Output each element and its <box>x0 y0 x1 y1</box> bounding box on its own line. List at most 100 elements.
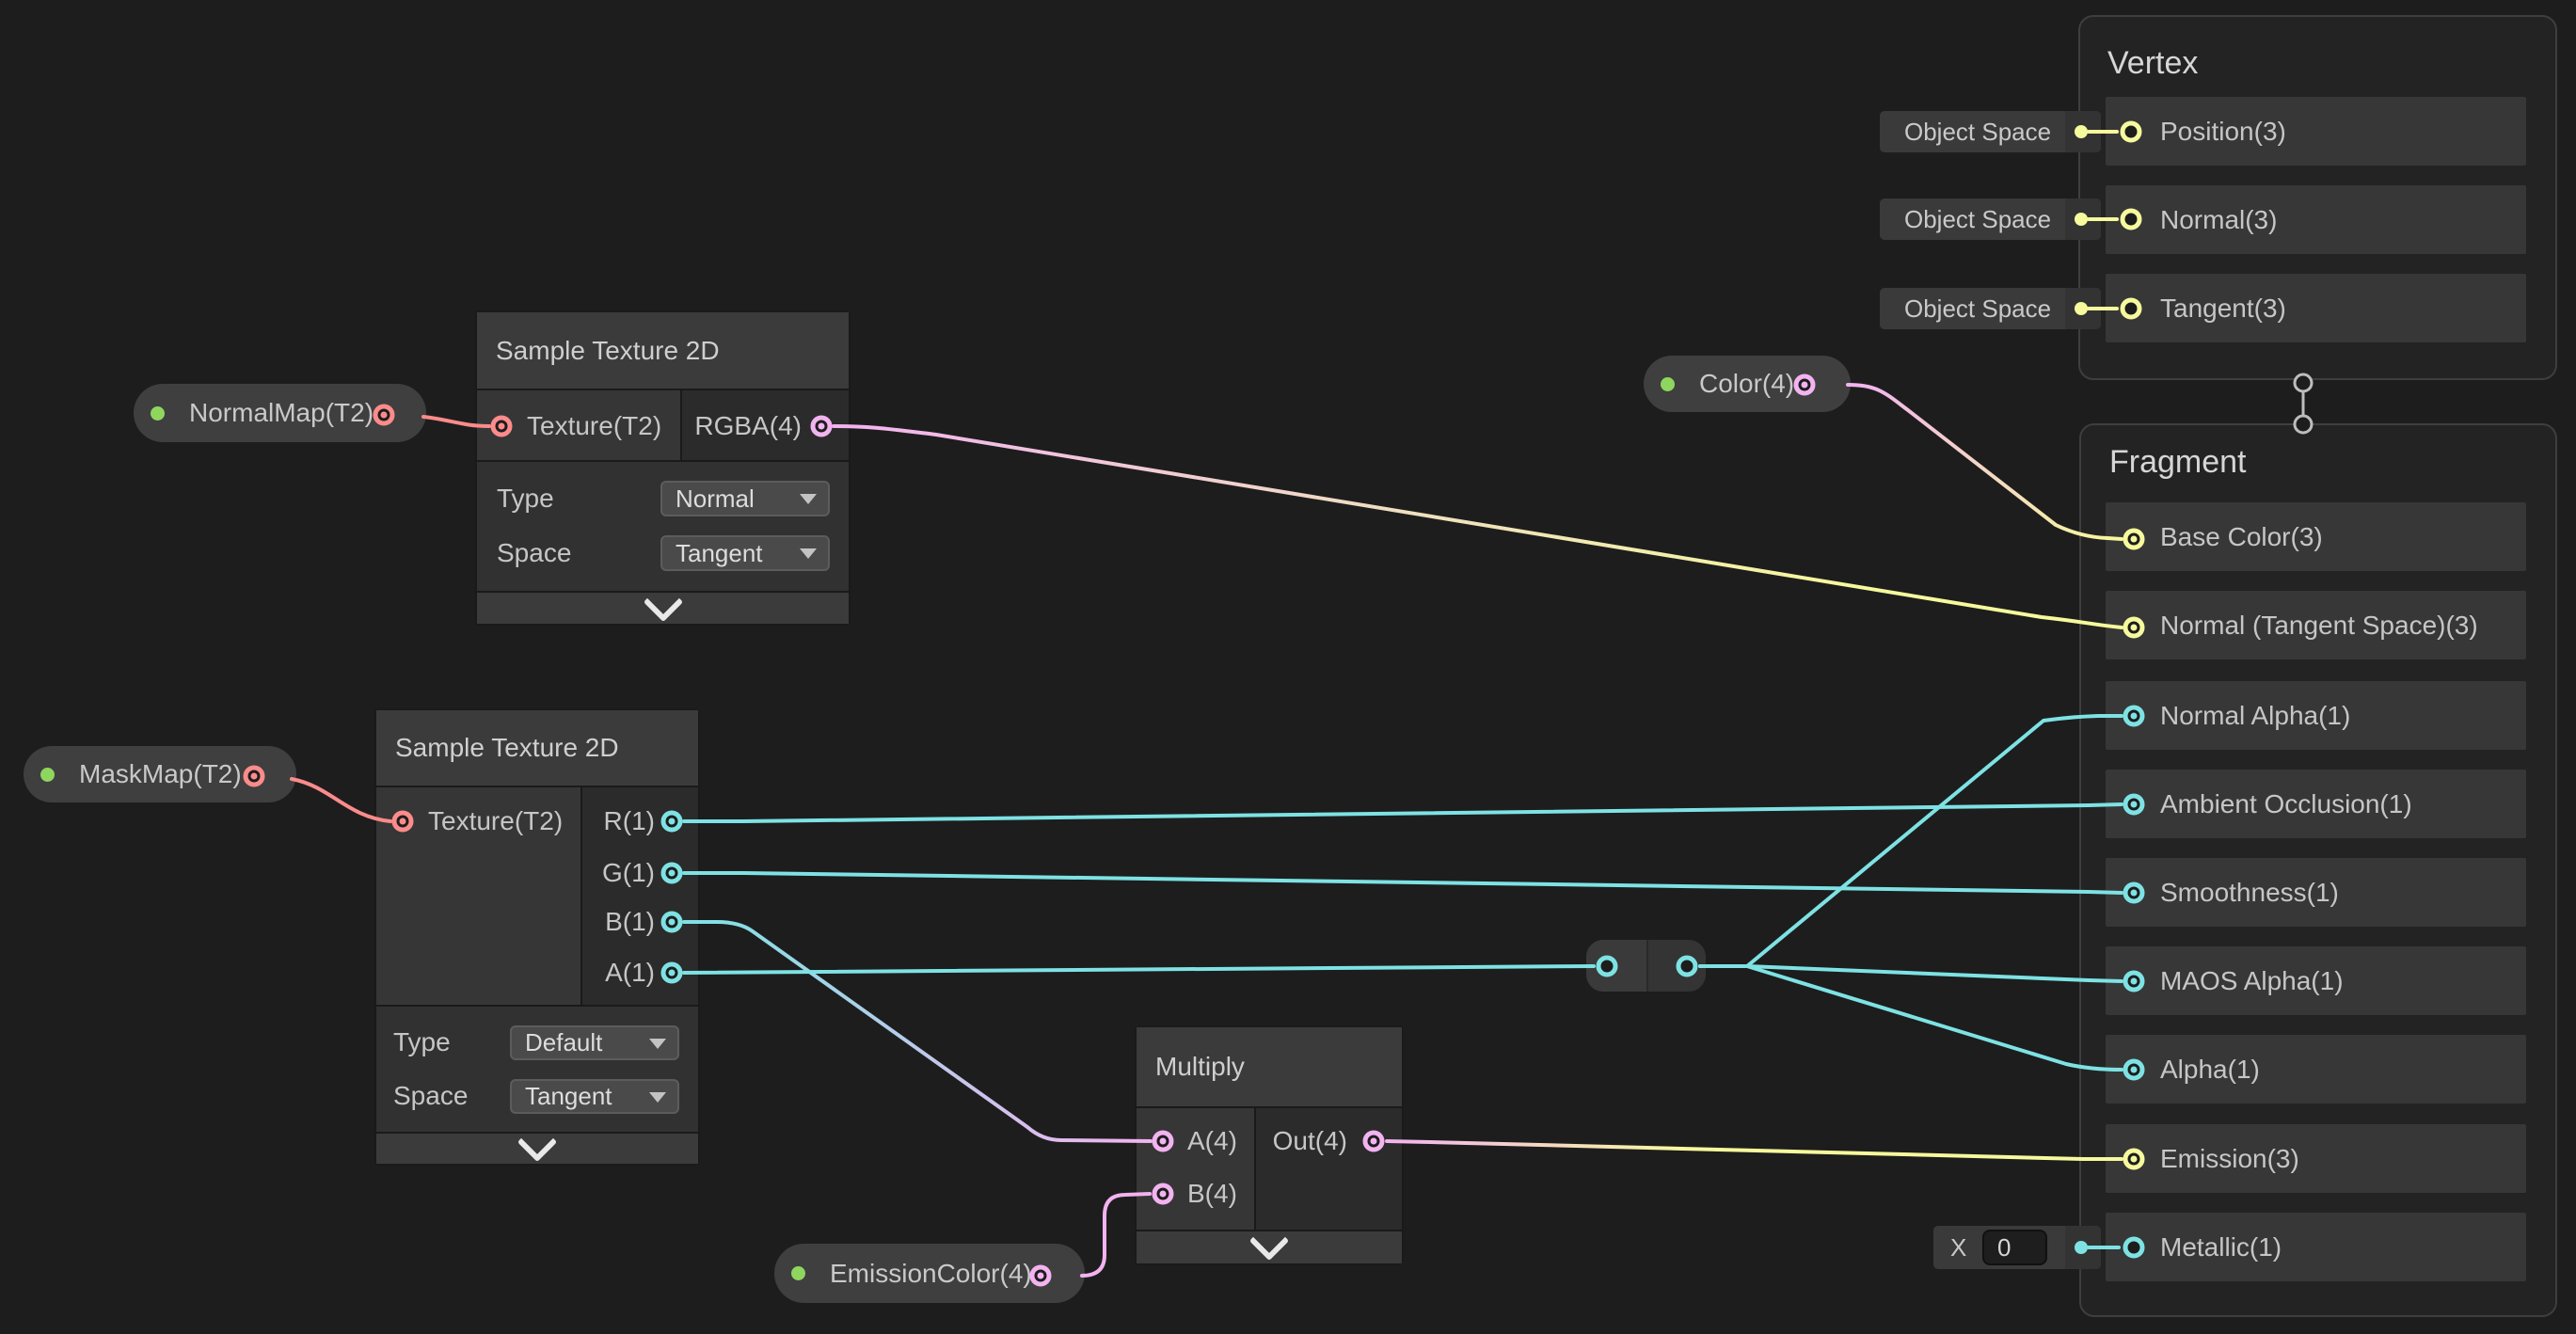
type-dropdown-value: Normal <box>676 484 755 514</box>
chevron-down-icon <box>800 548 817 559</box>
object-space-dot-icon <box>2075 302 2088 315</box>
port-vertex-normal[interactable] <box>2121 209 2142 230</box>
node-title-bar[interactable]: Sample Texture 2D <box>477 312 849 389</box>
fragment-row-alpha[interactable]: Alpha(1) <box>2106 1035 2526 1104</box>
vertex-row-normal[interactable]: Normal(3) <box>2106 185 2526 254</box>
space-dropdown[interactable]: Tangent <box>660 535 830 571</box>
object-space-badge-position: Object Space <box>1880 111 2101 152</box>
node-title-bar[interactable]: Multiply <box>1137 1027 1402 1106</box>
node-collapse-button[interactable] <box>1137 1231 1402 1263</box>
port-sample1-rgba-out[interactable] <box>811 416 833 437</box>
fragment-row-label: Ambient Occlusion(1) <box>2160 789 2412 819</box>
metallic-default-dot-icon <box>2075 1241 2088 1254</box>
property-dot-icon <box>791 1266 805 1280</box>
texture-input-label: Texture(T2) <box>428 806 563 836</box>
port-vertex-tangent[interactable] <box>2121 298 2142 320</box>
b-output-label: B(1) <box>582 907 655 937</box>
fragment-row-label: MAOS Alpha(1) <box>2160 966 2344 996</box>
r-output-label: R(1) <box>582 806 655 836</box>
fragment-row-ambient-occlusion[interactable]: Ambient Occlusion(1) <box>2106 770 2526 838</box>
fragment-row-smoothness[interactable]: Smoothness(1) <box>2106 858 2526 927</box>
g-output-label: G(1) <box>582 858 655 888</box>
fragment-row-label: Normal (Tangent Space)(3) <box>2160 611 2478 641</box>
type-dropdown-value: Default <box>525 1028 602 1057</box>
type-dropdown[interactable]: Default <box>510 1025 679 1060</box>
shader-graph-canvas[interactable]: Vertex Position(3) Normal(3) Tangent(3) … <box>0 0 2576 1334</box>
type-dropdown[interactable]: Normal <box>660 481 830 516</box>
vertex-row-tangent[interactable]: Tangent(3) <box>2106 274 2526 342</box>
port-multiply-out[interactable] <box>1363 1131 1385 1152</box>
property-pill-label: Color(4) <box>1699 369 1794 399</box>
object-space-label: Object Space <box>1904 294 2051 324</box>
port-sample2-r-out[interactable] <box>661 811 683 833</box>
port-maskmap-out[interactable] <box>244 766 265 787</box>
edge-dot-to-alpha[interactable] <box>1700 966 2122 1070</box>
property-dot-icon <box>40 768 55 782</box>
vertex-row-position[interactable]: Position(3) <box>2106 97 2526 166</box>
port-color-out[interactable] <box>1794 374 1816 396</box>
port-base-color[interactable] <box>2123 529 2145 550</box>
node-title: Multiply <box>1155 1052 1245 1082</box>
port-sample2-b-out[interactable] <box>661 912 683 933</box>
edge-g-to-smoothness[interactable] <box>684 873 2122 893</box>
node-title-bar[interactable]: Sample Texture 2D <box>376 710 698 786</box>
port-normalmap-out[interactable] <box>374 405 395 426</box>
chevron-down-icon <box>800 494 817 504</box>
port-sample2-texture-in[interactable] <box>392 811 414 833</box>
fragment-row-metallic[interactable]: Metallic(1) <box>2106 1213 2526 1281</box>
port-sample2-a-out[interactable] <box>661 962 683 984</box>
edge-b-to-multiply-a[interactable] <box>684 922 1151 1141</box>
port-ambient-occlusion[interactable] <box>2123 794 2145 816</box>
metallic-default-x-label: X <box>1950 1233 1966 1263</box>
edge-multiply-out-to-emission[interactable] <box>1387 1141 2122 1159</box>
metallic-value: 0 <box>1997 1233 2011 1263</box>
node-collapse-button[interactable] <box>477 593 849 624</box>
a-output-label: A(1) <box>582 958 655 988</box>
rgba-output-label: RGBA(4) <box>682 411 802 441</box>
space-label: Space <box>497 538 571 568</box>
space-dropdown-value: Tangent <box>525 1082 612 1111</box>
texture-input-label: Texture(T2) <box>527 411 661 441</box>
edge-r-to-ambient-occlusion[interactable] <box>684 804 2122 821</box>
port-sample1-texture-in[interactable] <box>491 416 513 437</box>
object-space-dot-icon <box>2075 125 2088 138</box>
property-pill-label: EmissionColor(4) <box>830 1259 1032 1289</box>
chevron-down-icon <box>649 1092 666 1103</box>
port-smoothness[interactable] <box>2123 882 2145 904</box>
port-dot-out[interactable] <box>1677 956 1698 977</box>
vertex-row-tangent-label: Tangent(3) <box>2160 294 2286 324</box>
edge-dot-to-maos-alpha[interactable] <box>1700 966 2122 981</box>
property-pill-color[interactable]: Color(4) <box>1644 356 1851 412</box>
port-vertex-position[interactable] <box>2121 121 2142 143</box>
object-space-badge-tangent: Object Space <box>1880 288 2101 329</box>
port-alpha[interactable] <box>2123 1059 2145 1081</box>
multiply-a-label: A(4) <box>1187 1126 1237 1156</box>
port-normal-alpha[interactable] <box>2123 706 2145 727</box>
space-dropdown[interactable]: Tangent <box>510 1079 679 1114</box>
port-multiply-b-in[interactable] <box>1153 1183 1174 1205</box>
edge-rgba-to-normal-tangent-space[interactable] <box>834 426 2122 627</box>
fragment-row-maos-alpha[interactable]: MAOS Alpha(1) <box>2106 946 2526 1015</box>
port-normal-tangent-space[interactable] <box>2123 617 2145 639</box>
type-label: Type <box>393 1027 451 1057</box>
metallic-value-input[interactable]: 0 <box>1982 1230 2047 1265</box>
port-sample2-g-out[interactable] <box>661 863 683 884</box>
port-emission[interactable] <box>2123 1149 2145 1170</box>
node-collapse-button[interactable] <box>376 1134 698 1164</box>
port-maos-alpha[interactable] <box>2123 971 2145 993</box>
node-title: Sample Texture 2D <box>395 733 619 763</box>
edge-a-to-dot[interactable] <box>684 966 1594 973</box>
port-metallic[interactable] <box>2123 1237 2145 1259</box>
fragment-row-normal-alpha[interactable]: Normal Alpha(1) <box>2106 681 2526 750</box>
fragment-row-emission[interactable]: Emission(3) <box>2106 1124 2526 1193</box>
object-space-badge-normal: Object Space <box>1880 199 2101 240</box>
property-dot-icon <box>151 406 165 421</box>
port-emissioncolor-out[interactable] <box>1030 1265 1052 1287</box>
vertex-row-normal-label: Normal(3) <box>2160 205 2277 235</box>
edge-dot-to-normal-alpha[interactable] <box>1700 716 2122 966</box>
fragment-row-normal-tangent-space[interactable]: Normal (Tangent Space)(3) <box>2106 591 2526 659</box>
fragment-row-label: Smoothness(1) <box>2160 878 2339 908</box>
port-dot-in[interactable] <box>1597 956 1618 977</box>
fragment-row-base-color[interactable]: Base Color(3) <box>2106 502 2526 571</box>
port-multiply-a-in[interactable] <box>1153 1131 1174 1152</box>
